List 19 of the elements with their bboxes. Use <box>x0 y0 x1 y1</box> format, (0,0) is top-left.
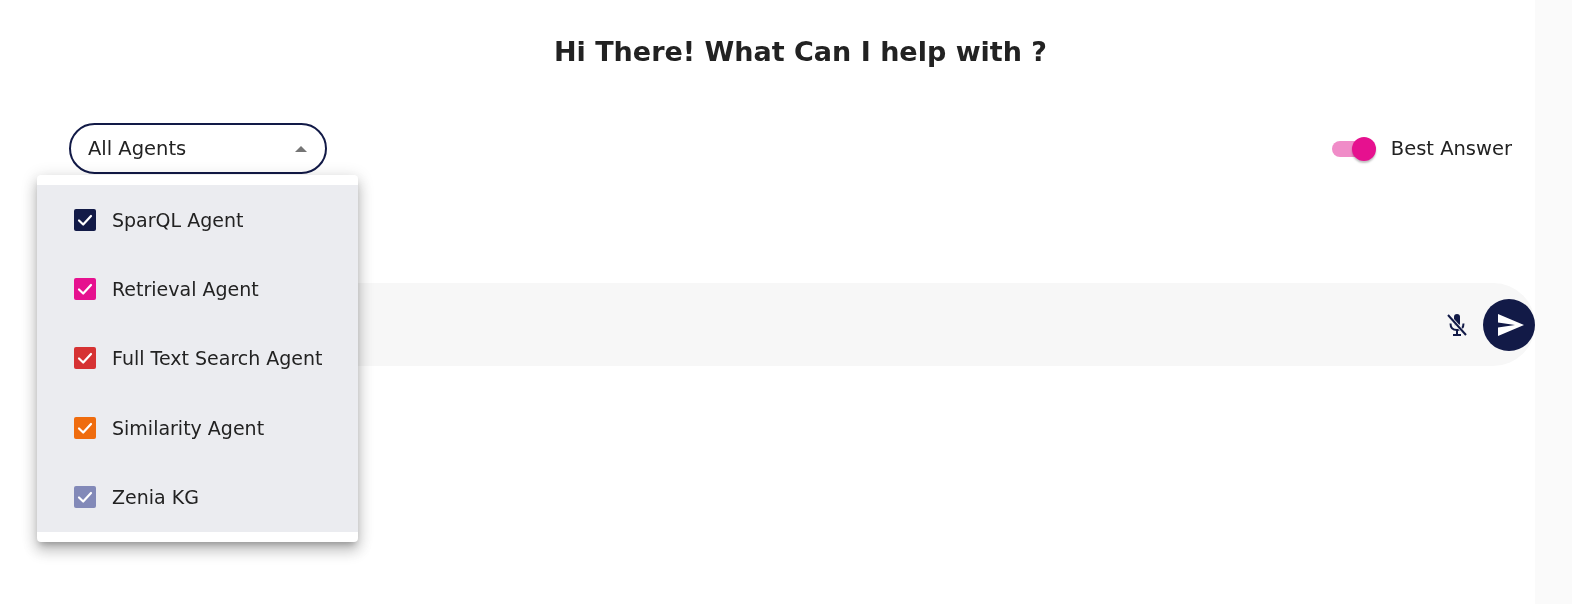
agent-option[interactable]: Similarity Agent <box>37 393 358 463</box>
agent-select[interactable]: All Agents <box>69 123 327 174</box>
agent-option[interactable]: Retrieval Agent <box>37 254 358 324</box>
caret-icon <box>295 145 307 152</box>
checkbox-icon[interactable] <box>74 416 96 439</box>
agent-option[interactable]: Full Text Search Agent <box>37 323 358 394</box>
mic-off-icon[interactable] <box>1446 312 1468 337</box>
send-icon <box>1497 313 1524 336</box>
checkbox-icon[interactable] <box>74 486 96 509</box>
best-answer-toggle[interactable] <box>1331 136 1376 161</box>
toggle-label: Best Answer <box>1390 137 1512 160</box>
agent-option[interactable]: SparQL Agent <box>37 185 358 255</box>
checkbox-icon[interactable] <box>74 347 96 370</box>
checkbox-icon[interactable] <box>74 278 96 301</box>
page-title: Hi There! What Can I help with ? <box>553 36 1048 68</box>
scrollbar-track[interactable] <box>1535 0 1572 604</box>
send-button[interactable] <box>1483 298 1535 351</box>
checkbox-icon[interactable] <box>74 208 96 231</box>
agent-option[interactable]: Zenia KG <box>37 462 358 532</box>
